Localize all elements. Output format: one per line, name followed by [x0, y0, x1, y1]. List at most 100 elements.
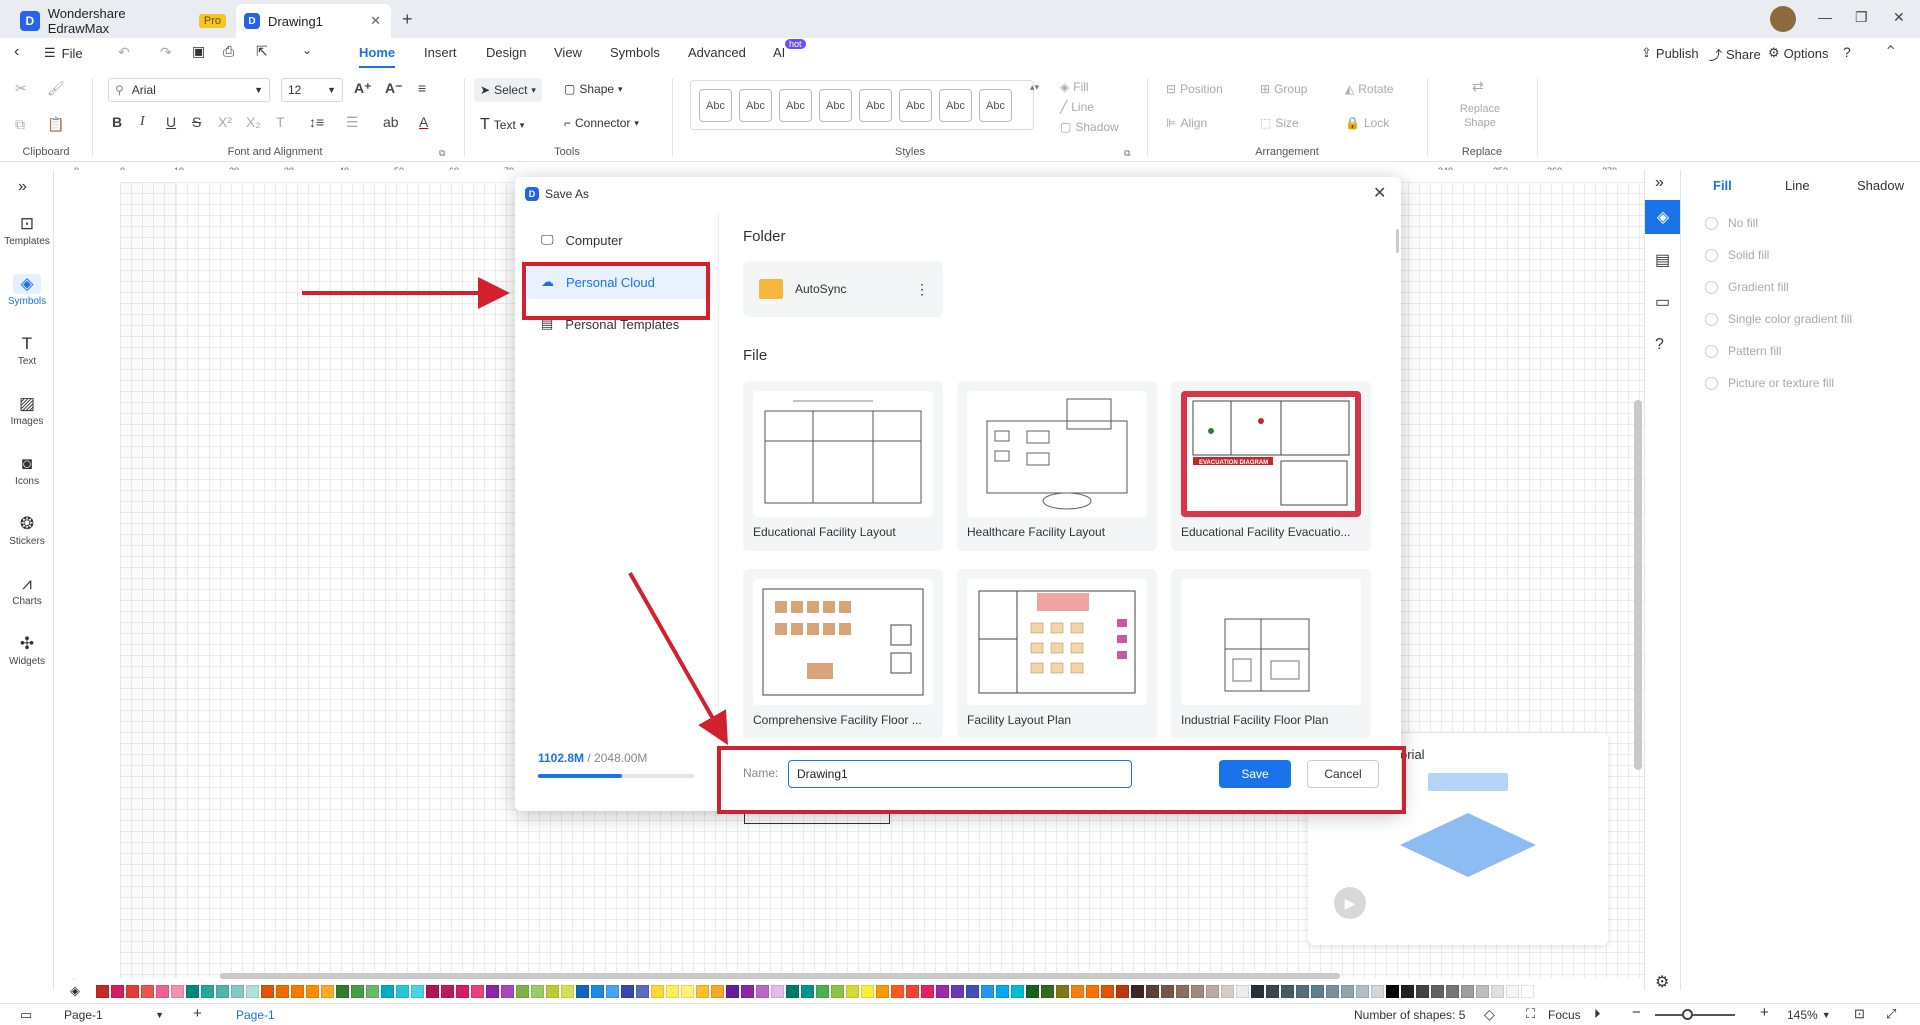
- color-swatch[interactable]: [1476, 984, 1489, 998]
- fit-page-icon[interactable]: ⊡: [1854, 1006, 1865, 1022]
- color-swatch[interactable]: [861, 984, 874, 998]
- color-swatch[interactable]: [1341, 984, 1354, 998]
- text-case-icon[interactable]: ab: [383, 114, 399, 130]
- color-swatch[interactable]: [936, 984, 949, 998]
- redo-icon[interactable]: ↷: [160, 44, 172, 61]
- menu-home[interactable]: Home: [359, 45, 396, 68]
- copy-icon[interactable]: ⧉: [15, 116, 25, 133]
- color-swatch[interactable]: [231, 984, 244, 998]
- style-swatch[interactable]: Abc: [859, 89, 892, 122]
- italic-icon[interactable]: I: [140, 114, 145, 130]
- app-tab[interactable]: D Wondershare EdrawMax Pro: [0, 4, 226, 38]
- style-swatch[interactable]: Abc: [739, 89, 772, 122]
- document-tab[interactable]: D Drawing1 ✕: [236, 4, 391, 38]
- color-swatch[interactable]: [981, 984, 994, 998]
- fill-option-pattern[interactable]: Pattern fill: [1705, 344, 1781, 358]
- vertical-scrollbar[interactable]: [1634, 400, 1642, 770]
- page-properties-icon[interactable]: ▤: [1655, 250, 1670, 270]
- color-swatch[interactable]: [1506, 984, 1519, 998]
- replace-shape-icon[interactable]: ⇄: [1472, 78, 1484, 95]
- size-button[interactable]: ⬚ Size: [1260, 116, 1299, 130]
- file-card[interactable]: Comprehensive Facility Floor ...: [743, 569, 943, 739]
- style-swatch[interactable]: Abc: [699, 89, 732, 122]
- help-icon[interactable]: ?: [1843, 44, 1851, 60]
- color-swatch[interactable]: [291, 984, 304, 998]
- color-swatch[interactable]: [651, 984, 664, 998]
- font-color-icon[interactable]: A: [419, 114, 428, 130]
- color-swatch[interactable]: [1446, 984, 1459, 998]
- color-swatch[interactable]: [756, 984, 769, 998]
- color-swatch[interactable]: [831, 984, 844, 998]
- color-swatch[interactable]: [1086, 984, 1099, 998]
- fill-option-gradient[interactable]: Gradient fill: [1705, 280, 1789, 294]
- nav-computer[interactable]: 🖵 Computer: [527, 223, 711, 257]
- color-swatch[interactable]: [426, 984, 439, 998]
- color-swatch[interactable]: [1251, 984, 1264, 998]
- shadow-button[interactable]: ▢ Shadow: [1060, 120, 1119, 134]
- color-swatch[interactable]: [891, 984, 904, 998]
- color-swatch[interactable]: [1056, 984, 1069, 998]
- file-card[interactable]: Industrial Facility Floor Plan: [1171, 569, 1371, 739]
- close-dialog-button[interactable]: ✕: [1373, 183, 1386, 203]
- zoom-slider[interactable]: [1655, 1014, 1735, 1016]
- zoom-slider-handle[interactable]: [1682, 1009, 1693, 1020]
- increase-font-icon[interactable]: A⁺: [354, 80, 372, 97]
- decrease-font-icon[interactable]: A⁻: [385, 80, 403, 97]
- horizontal-scrollbar[interactable]: [220, 973, 1340, 979]
- page-tab[interactable]: Page-1: [236, 1008, 275, 1022]
- fill-panel-icon[interactable]: ◈: [1645, 200, 1681, 234]
- fill-button[interactable]: ◈ Fill: [1060, 80, 1089, 94]
- color-swatch[interactable]: [786, 984, 799, 998]
- publish-button[interactable]: ⇪ Publish: [1641, 45, 1699, 61]
- focus-icon[interactable]: ⛶: [1526, 1006, 1535, 1022]
- export-icon[interactable]: ⇱: [256, 43, 268, 60]
- text-tool-button[interactable]: T Text ▾: [480, 116, 524, 134]
- font-family-select[interactable]: ⚲ Arial ▼: [108, 78, 270, 102]
- color-swatch[interactable]: [351, 984, 364, 998]
- file-card[interactable]: Facility Layout Plan: [957, 569, 1157, 739]
- paste-icon[interactable]: 📋: [47, 116, 64, 133]
- style-swatch[interactable]: Abc: [819, 89, 852, 122]
- menu-advanced[interactable]: Advanced: [688, 45, 746, 60]
- color-swatch[interactable]: [1236, 984, 1249, 998]
- color-swatch[interactable]: [366, 984, 379, 998]
- replace-shape-button[interactable]: Replace Shape: [1452, 102, 1508, 130]
- color-swatch[interactable]: [801, 984, 814, 998]
- color-swatch[interactable]: [576, 984, 589, 998]
- color-swatch[interactable]: [1041, 984, 1054, 998]
- zoom-select[interactable]: 145% ▼: [1787, 1008, 1831, 1022]
- rotate-button[interactable]: ◭ Rotate: [1345, 82, 1394, 96]
- more-options-icon[interactable]: ⋮: [915, 281, 929, 298]
- color-swatch[interactable]: [261, 984, 274, 998]
- color-swatch[interactable]: [531, 984, 544, 998]
- color-swatch[interactable]: [921, 984, 934, 998]
- color-swatch[interactable]: [501, 984, 514, 998]
- cut-icon[interactable]: ✂: [15, 80, 27, 97]
- color-swatch[interactable]: [966, 984, 979, 998]
- color-swatch[interactable]: [1011, 984, 1024, 998]
- align-icon[interactable]: ≡: [418, 80, 426, 96]
- fullscreen-icon[interactable]: ⤢: [1886, 1006, 1896, 1022]
- style-swatch[interactable]: Abc: [779, 89, 812, 122]
- color-swatch[interactable]: [216, 984, 229, 998]
- menu-view[interactable]: View: [554, 45, 582, 60]
- color-swatch[interactable]: [561, 984, 574, 998]
- superscript-icon[interactable]: X²: [218, 114, 232, 130]
- page-selector[interactable]: Page-1 ▼: [64, 1008, 164, 1022]
- color-swatch[interactable]: [246, 984, 259, 998]
- color-swatch[interactable]: [381, 984, 394, 998]
- color-swatch[interactable]: [1401, 984, 1414, 998]
- text-format-icon[interactable]: T: [276, 114, 285, 130]
- color-swatch[interactable]: [516, 984, 529, 998]
- color-swatch[interactable]: [846, 984, 859, 998]
- color-swatch[interactable]: [1491, 984, 1504, 998]
- styles-dialog-launcher-icon[interactable]: ⧉: [1124, 148, 1130, 159]
- color-swatch[interactable]: [606, 984, 619, 998]
- font-dialog-launcher-icon[interactable]: ⧉: [439, 148, 445, 159]
- sidebar-item-icons[interactable]: ◙ Icons: [0, 454, 54, 487]
- color-swatch[interactable]: [306, 984, 319, 998]
- color-swatch[interactable]: [456, 984, 469, 998]
- fill-option-single-gradient[interactable]: Single color gradient fill: [1705, 312, 1852, 326]
- color-swatch[interactable]: [276, 984, 289, 998]
- color-swatch[interactable]: [816, 984, 829, 998]
